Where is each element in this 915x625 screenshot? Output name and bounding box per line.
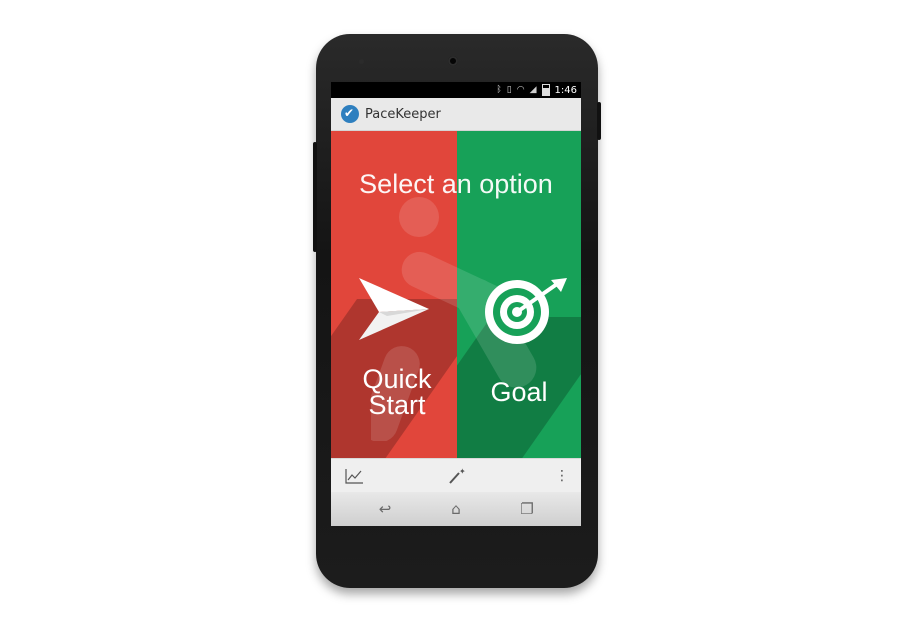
quick-start-label[interactable]: Quick Start bbox=[347, 364, 447, 420]
status-bar: ᛒ ▯ ◠ ◢ 1:46 bbox=[331, 82, 581, 98]
action-bar: PaceKeeper bbox=[331, 98, 581, 131]
target-arrow-icon bbox=[485, 278, 567, 344]
front-camera bbox=[448, 56, 458, 66]
vibrate-icon: ▯ bbox=[506, 85, 512, 95]
power-button bbox=[597, 102, 601, 140]
goal-label[interactable]: Goal bbox=[457, 377, 581, 408]
option-selector: Select an option Quick Start Goal bbox=[331, 131, 581, 458]
status-time: 1:46 bbox=[554, 84, 577, 96]
bluetooth-icon: ᛒ bbox=[496, 85, 502, 95]
chart-icon[interactable] bbox=[343, 467, 365, 485]
bottom-action-bar: ✦ ⋮ bbox=[331, 458, 581, 493]
magic-wand-icon[interactable]: ✦ bbox=[445, 467, 467, 485]
proximity-sensor bbox=[359, 59, 364, 64]
volume-button bbox=[313, 142, 317, 252]
headline: Select an option bbox=[359, 169, 553, 199]
recents-icon[interactable]: ❐ bbox=[513, 500, 541, 518]
app-logo-icon[interactable] bbox=[341, 105, 359, 123]
phone-screen: ᛒ ▯ ◠ ◢ 1:46 PaceKeeper Select an op bbox=[331, 82, 581, 526]
quick-start-label-line1: Quick bbox=[362, 364, 432, 394]
wifi-icon: ◠ bbox=[516, 85, 525, 95]
paper-plane-icon bbox=[359, 278, 429, 340]
app-title: PaceKeeper bbox=[365, 107, 441, 122]
navigation-bar: ↩ ⌂ ❐ bbox=[331, 492, 581, 526]
back-icon[interactable]: ↩ bbox=[371, 500, 399, 518]
quick-start-label-line2: Start bbox=[368, 390, 426, 420]
overflow-menu-icon[interactable]: ⋮ bbox=[551, 467, 573, 485]
svg-text:✦: ✦ bbox=[459, 467, 466, 476]
home-icon[interactable]: ⌂ bbox=[442, 500, 470, 518]
battery-icon bbox=[541, 84, 550, 96]
signal-icon: ◢ bbox=[529, 85, 537, 95]
